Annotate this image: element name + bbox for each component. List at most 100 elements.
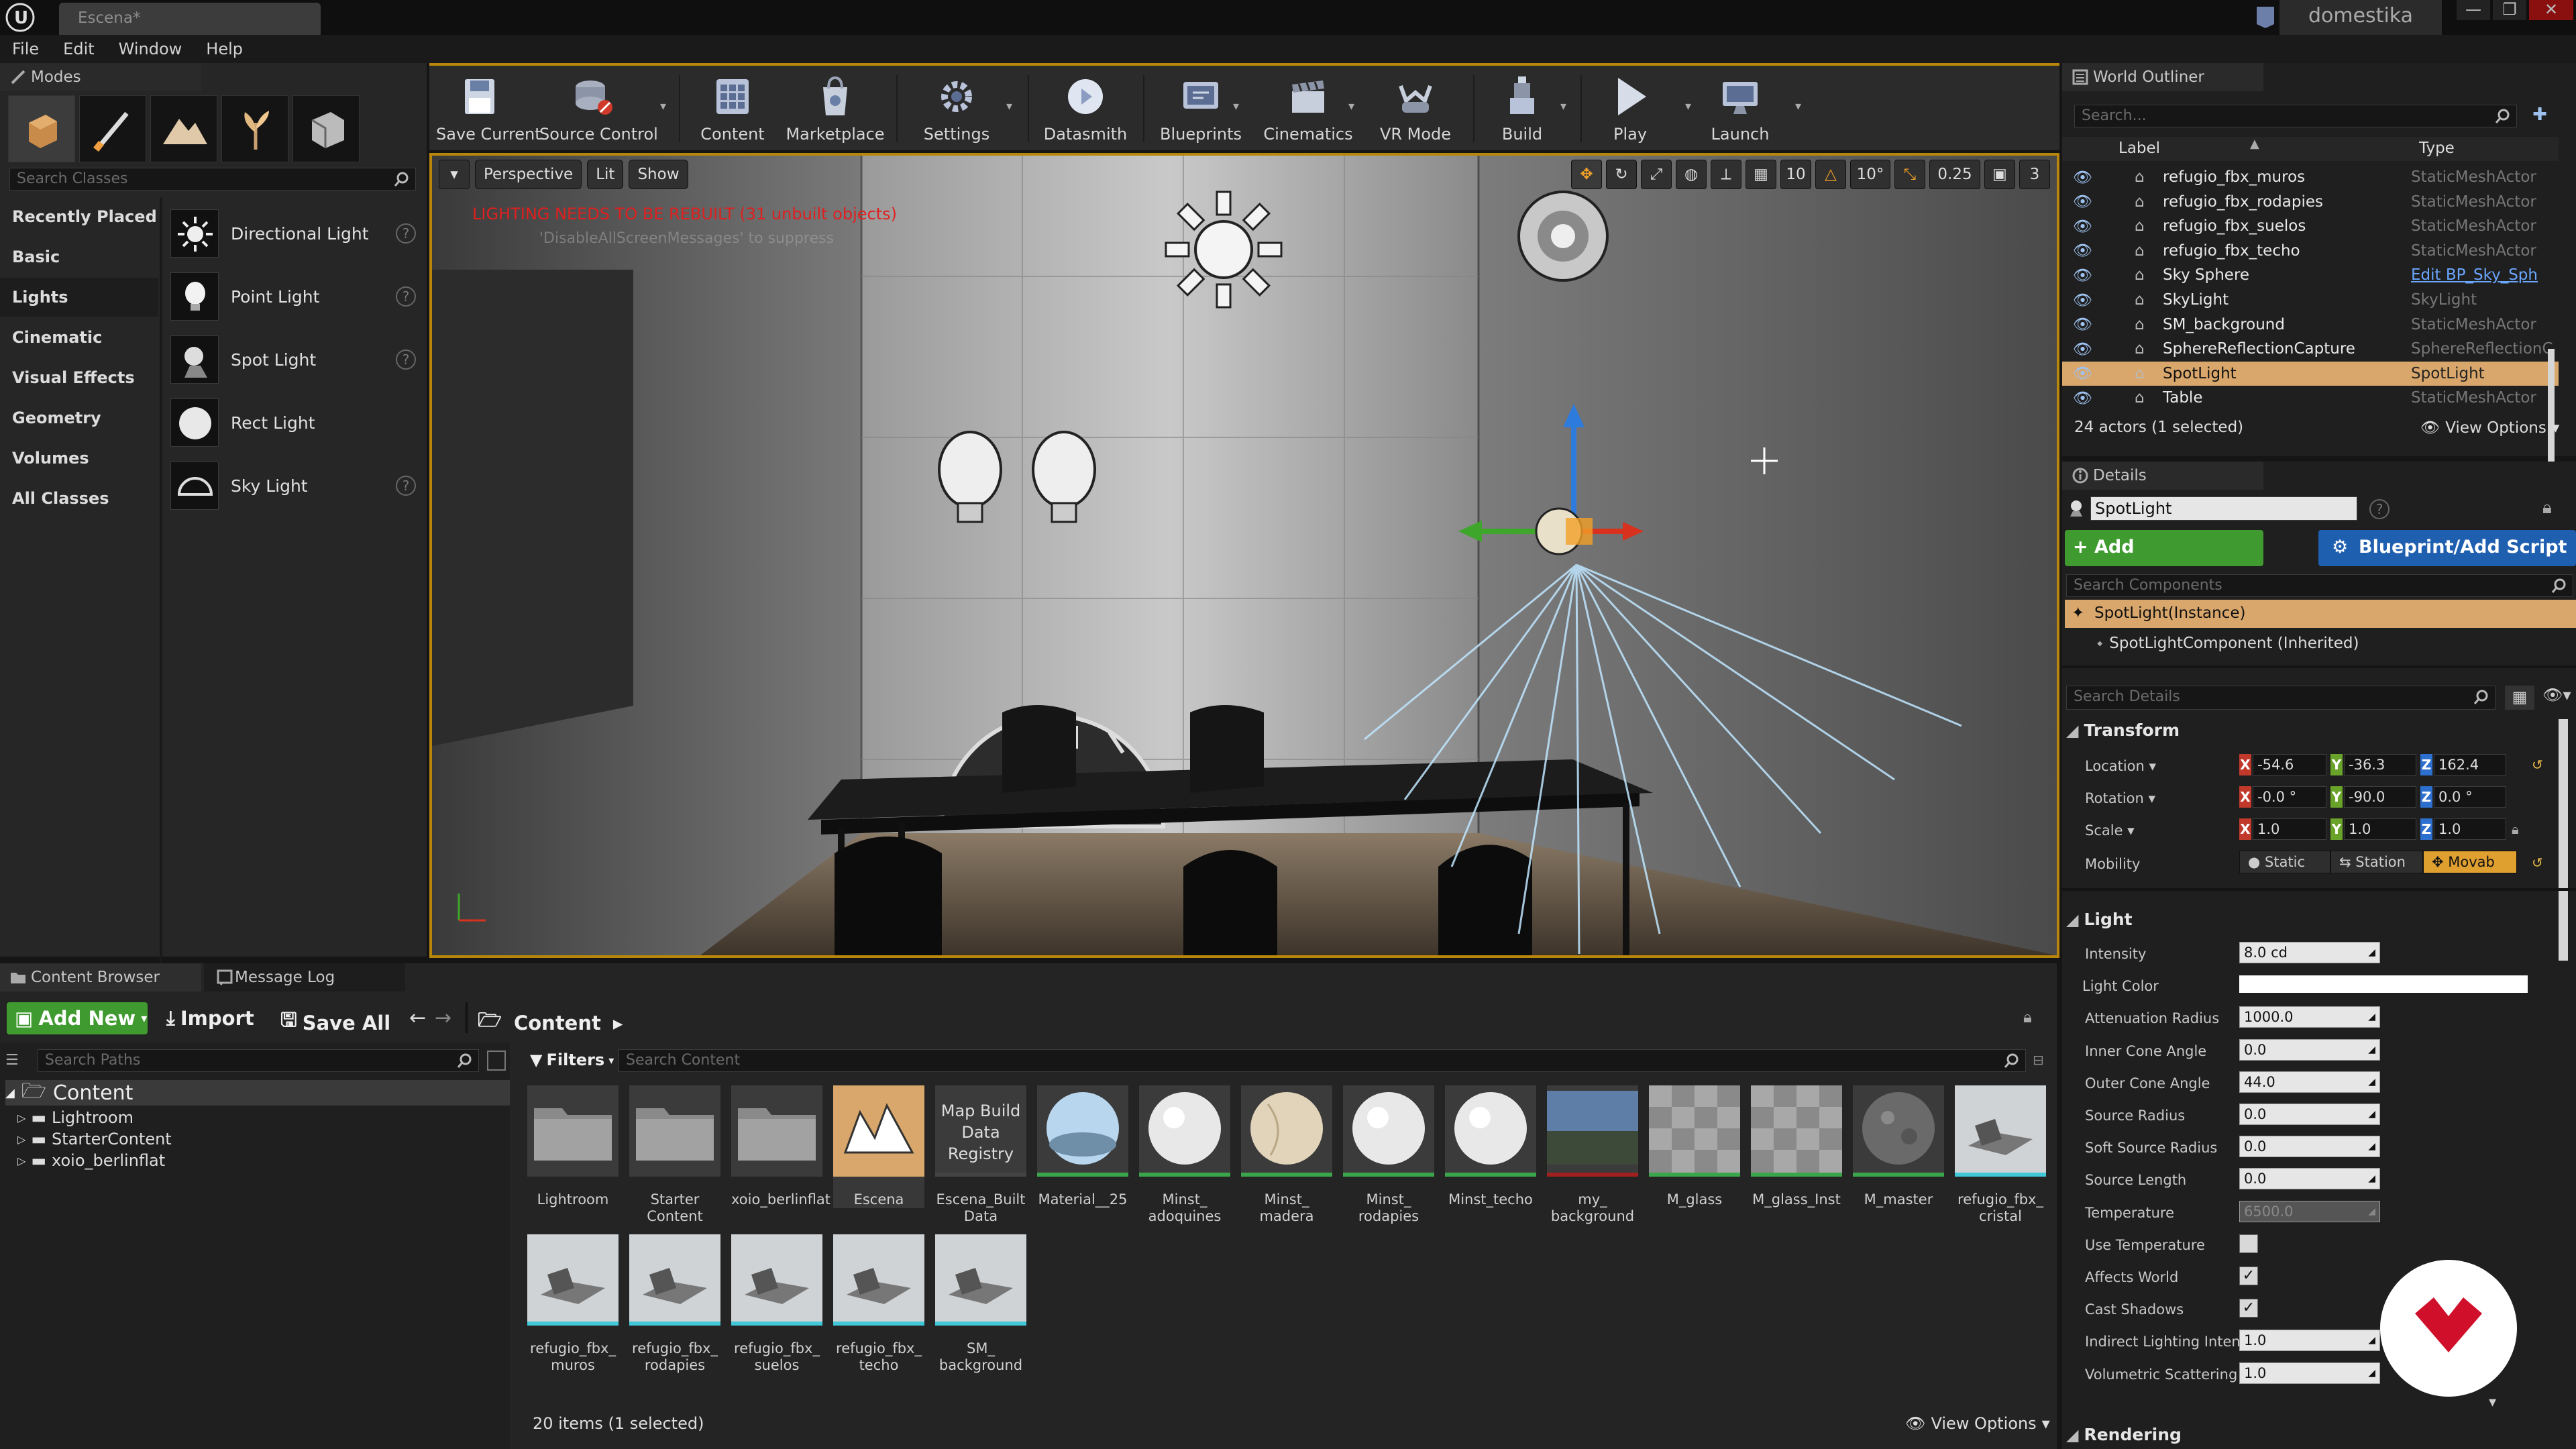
- column-type-header[interactable]: Type: [2419, 140, 2455, 157]
- menu-window[interactable]: Window: [107, 35, 195, 63]
- scale-snap-value[interactable]: 0.25: [1929, 160, 1980, 189]
- property-value-input[interactable]: 0.0 ◢: [2239, 1136, 2380, 1158]
- mobility-stationary-button[interactable]: ⇆ Station: [2330, 851, 2423, 873]
- search-content-input[interactable]: Search Content: [619, 1049, 2026, 1072]
- column-label-header[interactable]: Label: [2118, 140, 2160, 157]
- grid-snap-icon[interactable]: ▦: [1746, 160, 1776, 189]
- reset-mobility-icon[interactable]: ↺: [2532, 855, 2543, 871]
- visibility-eye-icon[interactable]: 👁: [2073, 315, 2092, 333]
- class-sky-light[interactable]: Sky Light ?: [166, 458, 423, 514]
- search-paths-input[interactable]: Search Paths: [38, 1049, 479, 1072]
- property-matrix-icon[interactable]: ▦: [2505, 686, 2534, 710]
- level-viewport[interactable]: LIGHTING NEEDS TO BE REBUILT (31 unbuilt…: [429, 153, 2059, 958]
- outliner-search-input[interactable]: Search...: [2074, 105, 2517, 127]
- lit-button[interactable]: Lit: [587, 160, 624, 189]
- landscape-mode-button[interactable]: [150, 95, 217, 162]
- asset-tile[interactable]: Minst_ madera: [1241, 1085, 1332, 1225]
- marketplace-button[interactable]: Marketplace: [785, 70, 885, 149]
- drag-handle-icon[interactable]: ◢: [2368, 1007, 2375, 1027]
- dropdown-arrow-icon[interactable]: ▾: [1685, 99, 1691, 113]
- visibility-eye-icon[interactable]: 👁: [2073, 266, 2092, 284]
- play-button[interactable]: Play: [1597, 70, 1664, 149]
- visibility-eye-icon[interactable]: 👁: [2073, 364, 2092, 382]
- drag-handle-icon[interactable]: ◢: [2368, 943, 2375, 963]
- class-directional-light[interactable]: Directional Light ?: [166, 205, 423, 262]
- property-checkbox[interactable]: [2239, 1234, 2258, 1253]
- outliner-row[interactable]: 👁 ⌂ refugio_fbx_rodapies StaticMeshActor: [2062, 190, 2559, 214]
- property-value-input[interactable]: 0.0 ◢: [2239, 1168, 2380, 1190]
- rotation-label[interactable]: Rotation ▾: [2085, 790, 2155, 806]
- scale-x-input[interactable]: 1.0: [2253, 818, 2326, 840]
- blueprint-add-script-button[interactable]: ⚙︎ Blueprint/Add Script: [2318, 530, 2576, 566]
- outliner-row[interactable]: 👁 ⌂ Table StaticMeshActor: [2062, 386, 2559, 410]
- visibility-eye-icon[interactable]: 👁: [2073, 193, 2092, 211]
- tree-item-lightroom[interactable]: ▷ ▬ Lightroom: [17, 1108, 133, 1127]
- content-view-options[interactable]: 👁 View Options ▾: [1905, 1414, 2050, 1433]
- visibility-eye-icon[interactable]: 👁: [2073, 389, 2092, 407]
- settings-button[interactable]: Settings: [910, 70, 1004, 149]
- close-window-button[interactable]: ✕: [2529, 0, 2573, 20]
- search-details-input[interactable]: Search Details: [2066, 686, 2496, 710]
- breadcrumb-content[interactable]: Content: [514, 1012, 601, 1034]
- asset-tile[interactable]: Escena: [833, 1085, 924, 1208]
- actor-name-input[interactable]: SpotLight: [2090, 496, 2357, 521]
- spotlight-component-row[interactable]: ⬩ SpotLightComponent (Inherited): [2097, 635, 2359, 652]
- tree-item-xoio-berlinflat[interactable]: ▷ ▬ xoio_berlinflat: [17, 1151, 165, 1170]
- camera-speed-value[interactable]: 3: [2019, 160, 2050, 189]
- asset-tile[interactable]: Minst_ rodapies: [1343, 1085, 1434, 1225]
- category-cinematic[interactable]: Cinematic: [0, 318, 158, 357]
- launch-button[interactable]: Launch: [1700, 70, 1780, 149]
- source-control-button[interactable]: Source Control: [539, 70, 658, 149]
- drag-handle-icon[interactable]: ◢: [2368, 1104, 2375, 1124]
- lock-icon[interactable]: 🔒︎: [2023, 1008, 2032, 1026]
- outliner-row[interactable]: 👁 ⌂ SkyLight SkyLight: [2062, 288, 2559, 312]
- datasmith-button[interactable]: Datasmith: [1038, 70, 1132, 149]
- search-classes-input[interactable]: Search Classes: [9, 168, 416, 191]
- property-value-input[interactable]: 44.0 ◢: [2239, 1071, 2380, 1093]
- outliner-add-icon[interactable]: ✚: [2526, 105, 2553, 127]
- content-button[interactable]: Content: [692, 70, 773, 149]
- world-outliner-tab[interactable]: World Outliner: [2062, 63, 2263, 91]
- location-z-input[interactable]: 162.4: [2434, 754, 2506, 775]
- transform-section-header[interactable]: ◢ Transform: [2066, 720, 2180, 740]
- scale-z-input[interactable]: 1.0: [2434, 818, 2506, 840]
- source-control-icon[interactable]: [2254, 4, 2277, 30]
- viewport-options-button[interactable]: ▾: [439, 160, 470, 189]
- outliner-view-options[interactable]: 👁 View Options ▾: [2420, 419, 2559, 437]
- message-log-tab[interactable]: Message Log: [204, 963, 405, 991]
- lock-icon[interactable]: 🔒︎: [2542, 498, 2552, 519]
- path-list-icon[interactable]: [487, 1051, 506, 1071]
- show-button[interactable]: Show: [629, 160, 688, 189]
- build-button[interactable]: Build: [1485, 70, 1559, 149]
- light-color-swatch[interactable]: [2239, 975, 2528, 994]
- asset-tile[interactable]: xoio_berlinflat: [731, 1085, 830, 1208]
- asset-tile[interactable]: Map Build Data Registry Escena_Built Data: [935, 1085, 1026, 1225]
- category-recently-placed[interactable]: Recently Placed: [0, 197, 158, 236]
- drag-handle-icon[interactable]: ◢: [2368, 1330, 2375, 1350]
- category-geometry[interactable]: Geometry: [0, 398, 158, 437]
- dropdown-arrow-icon[interactable]: ▾: [1348, 99, 1354, 113]
- property-value-input[interactable]: 6500.0 ◢: [2239, 1200, 2380, 1222]
- dropdown-arrow-icon[interactable]: ▾: [660, 99, 666, 113]
- rotation-y-input[interactable]: -90.0: [2344, 786, 2416, 808]
- vr-mode-button[interactable]: VR Mode: [1368, 70, 1462, 149]
- property-value-input[interactable]: 1.0 ◢: [2239, 1330, 2380, 1352]
- component-instance-row[interactable]: ✦ SpotLight(Instance): [2065, 600, 2576, 628]
- drag-handle-icon[interactable]: ◢: [2368, 1169, 2375, 1189]
- save-search-icon[interactable]: ⊟: [2033, 1052, 2044, 1068]
- property-value-input[interactable]: 8.0 cd ◢: [2239, 942, 2380, 963]
- dropdown-arrow-icon[interactable]: ▾: [1233, 99, 1239, 113]
- asset-tile[interactable]: Starter Content: [629, 1085, 720, 1225]
- rendering-section-header[interactable]: ◢ Rendering: [2066, 1425, 2182, 1444]
- rotation-snap-icon[interactable]: △: [1815, 160, 1846, 189]
- outliner-row[interactable]: 👁 ⌂ SphereReflectionCapture SphereReflectio…: [2062, 337, 2559, 361]
- outliner-row[interactable]: 👁 ⌂ refugio_fbx_suelos StaticMeshActor: [2062, 214, 2559, 238]
- rotation-x-input[interactable]: -0.0 °: [2253, 786, 2326, 808]
- drag-handle-icon[interactable]: ◢: [2368, 1201, 2375, 1222]
- property-checkbox[interactable]: ✓: [2239, 1299, 2258, 1318]
- details-scrollbar[interactable]: [2559, 719, 2568, 961]
- asset-tile[interactable]: Minst_techo: [1445, 1085, 1536, 1208]
- minimize-button[interactable]: —: [2457, 0, 2490, 20]
- help-icon[interactable]: ?: [2369, 499, 2390, 519]
- visibility-eye-icon[interactable]: 👁: [2073, 241, 2092, 260]
